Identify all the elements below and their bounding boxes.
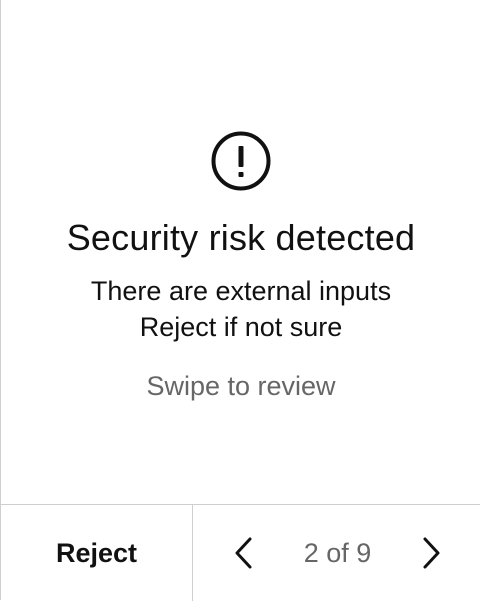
page-indicator: 2 of 9 xyxy=(303,537,372,568)
warning-message-line: There are external inputs xyxy=(90,276,392,306)
screen: Security risk detected There are externa… xyxy=(0,0,480,601)
exclamation-circle-icon xyxy=(211,131,271,191)
chevron-left-icon xyxy=(235,537,252,569)
chevron-right-icon xyxy=(423,537,440,569)
pagination: 2 of 9 xyxy=(194,505,480,601)
previous-page-button[interactable] xyxy=(224,533,264,573)
swipe-hint: Swipe to review xyxy=(146,371,336,401)
warning-title: Security risk detected xyxy=(66,217,416,258)
reject-button[interactable]: Reject xyxy=(1,505,193,601)
warning-panel[interactable]: Security risk detected There are externa… xyxy=(1,0,480,504)
warning-message-line: Reject if not sure xyxy=(139,312,343,342)
footer-bar: Reject 2 of 9 xyxy=(1,504,480,601)
next-page-button[interactable] xyxy=(411,533,451,573)
